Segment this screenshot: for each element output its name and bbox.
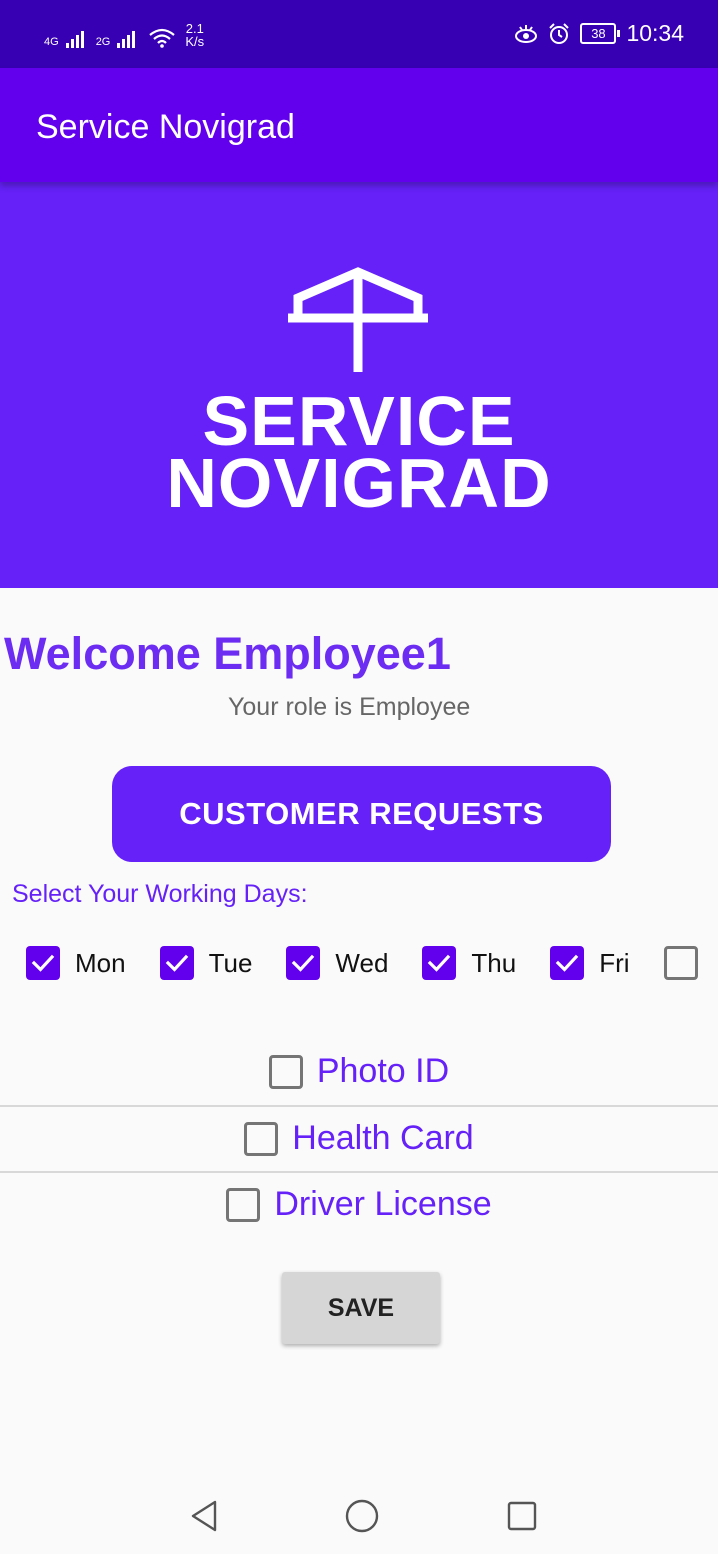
speed-unit: K/s: [185, 34, 205, 49]
welcome-title: Welcome Employee1: [4, 628, 451, 679]
divider: [0, 1105, 718, 1107]
back-icon[interactable]: [184, 1496, 224, 1536]
checkbox-checked-icon[interactable]: [422, 946, 457, 980]
alarm-icon: [549, 22, 570, 44]
status-right: 38 10:34: [514, 20, 684, 47]
doc-health-card[interactable]: Health Card: [0, 1119, 718, 1158]
day-thu[interactable]: Thu: [422, 946, 516, 980]
day-label: Wed: [335, 947, 389, 978]
clock: 10:34: [626, 20, 684, 46]
working-days-row: Mon Tue Wed Thu Fri: [26, 946, 718, 980]
working-days-label: Select Your Working Days:: [12, 880, 308, 908]
role-text: Your role is Employee: [228, 693, 471, 721]
logo-line-2: NOVIGRAD: [166, 444, 552, 522]
customer-requests-button[interactable]: CUSTOMER REQUESTS: [112, 766, 611, 862]
signal-icon-2: [117, 30, 136, 48]
day-label: Tue: [208, 947, 253, 978]
app-title: Service Novigrad: [36, 108, 295, 146]
divider: [0, 1171, 718, 1173]
checkbox-checked-icon[interactable]: [159, 946, 194, 980]
logo-line-1: SERVICE: [202, 382, 516, 460]
network-type-1: 4G: [44, 36, 59, 48]
navigation-bar: [0, 1478, 718, 1554]
checkbox-icon[interactable]: [663, 946, 698, 980]
day-fri[interactable]: Fri: [550, 946, 630, 980]
doc-label: Health Card: [292, 1119, 474, 1157]
day-item-5[interactable]: [663, 946, 698, 980]
checkbox-icon[interactable]: [268, 1054, 303, 1089]
signal-icon: [65, 30, 84, 48]
doc-label: Driver License: [274, 1185, 492, 1223]
day-label: Thu: [471, 947, 517, 978]
doc-label: Photo ID: [316, 1052, 450, 1090]
app-bar: Service Novigrad: [0, 68, 718, 182]
recents-icon[interactable]: [502, 1496, 542, 1536]
home-icon[interactable]: [342, 1496, 382, 1536]
network-type-2: 2G: [95, 36, 111, 48]
status-left: 4G 2G 2.1 K/s: [44, 22, 204, 48]
day-wed[interactable]: Wed: [286, 946, 388, 980]
checkbox-checked-icon[interactable]: [286, 946, 321, 980]
status-bar: 4G 2G 2.1 K/s 38 10:34: [0, 0, 718, 68]
checkbox-checked-icon[interactable]: [550, 946, 585, 980]
checkbox-checked-icon[interactable]: [26, 946, 60, 980]
battery-icon: 38: [580, 23, 621, 44]
logo-text: SERVICE NOVIGRAD: [0, 382, 718, 522]
network-speed: 2.1 K/s: [185, 22, 204, 48]
day-tue[interactable]: Tue: [159, 946, 253, 980]
day-label: Fri: [599, 947, 630, 978]
wifi-icon: [149, 28, 176, 48]
eye-comfort-icon: [515, 24, 538, 43]
save-button[interactable]: SAVE: [282, 1272, 440, 1344]
checkbox-icon[interactable]: [244, 1121, 279, 1156]
checkbox-icon[interactable]: [226, 1187, 261, 1222]
battery-level: 38: [591, 26, 606, 41]
doc-photo-id[interactable]: Photo ID: [0, 1052, 718, 1091]
doc-driver-license[interactable]: Driver License: [0, 1185, 718, 1224]
house-logo-icon: [288, 267, 428, 372]
day-mon[interactable]: Mon: [26, 946, 126, 980]
day-label: Mon: [75, 947, 126, 978]
